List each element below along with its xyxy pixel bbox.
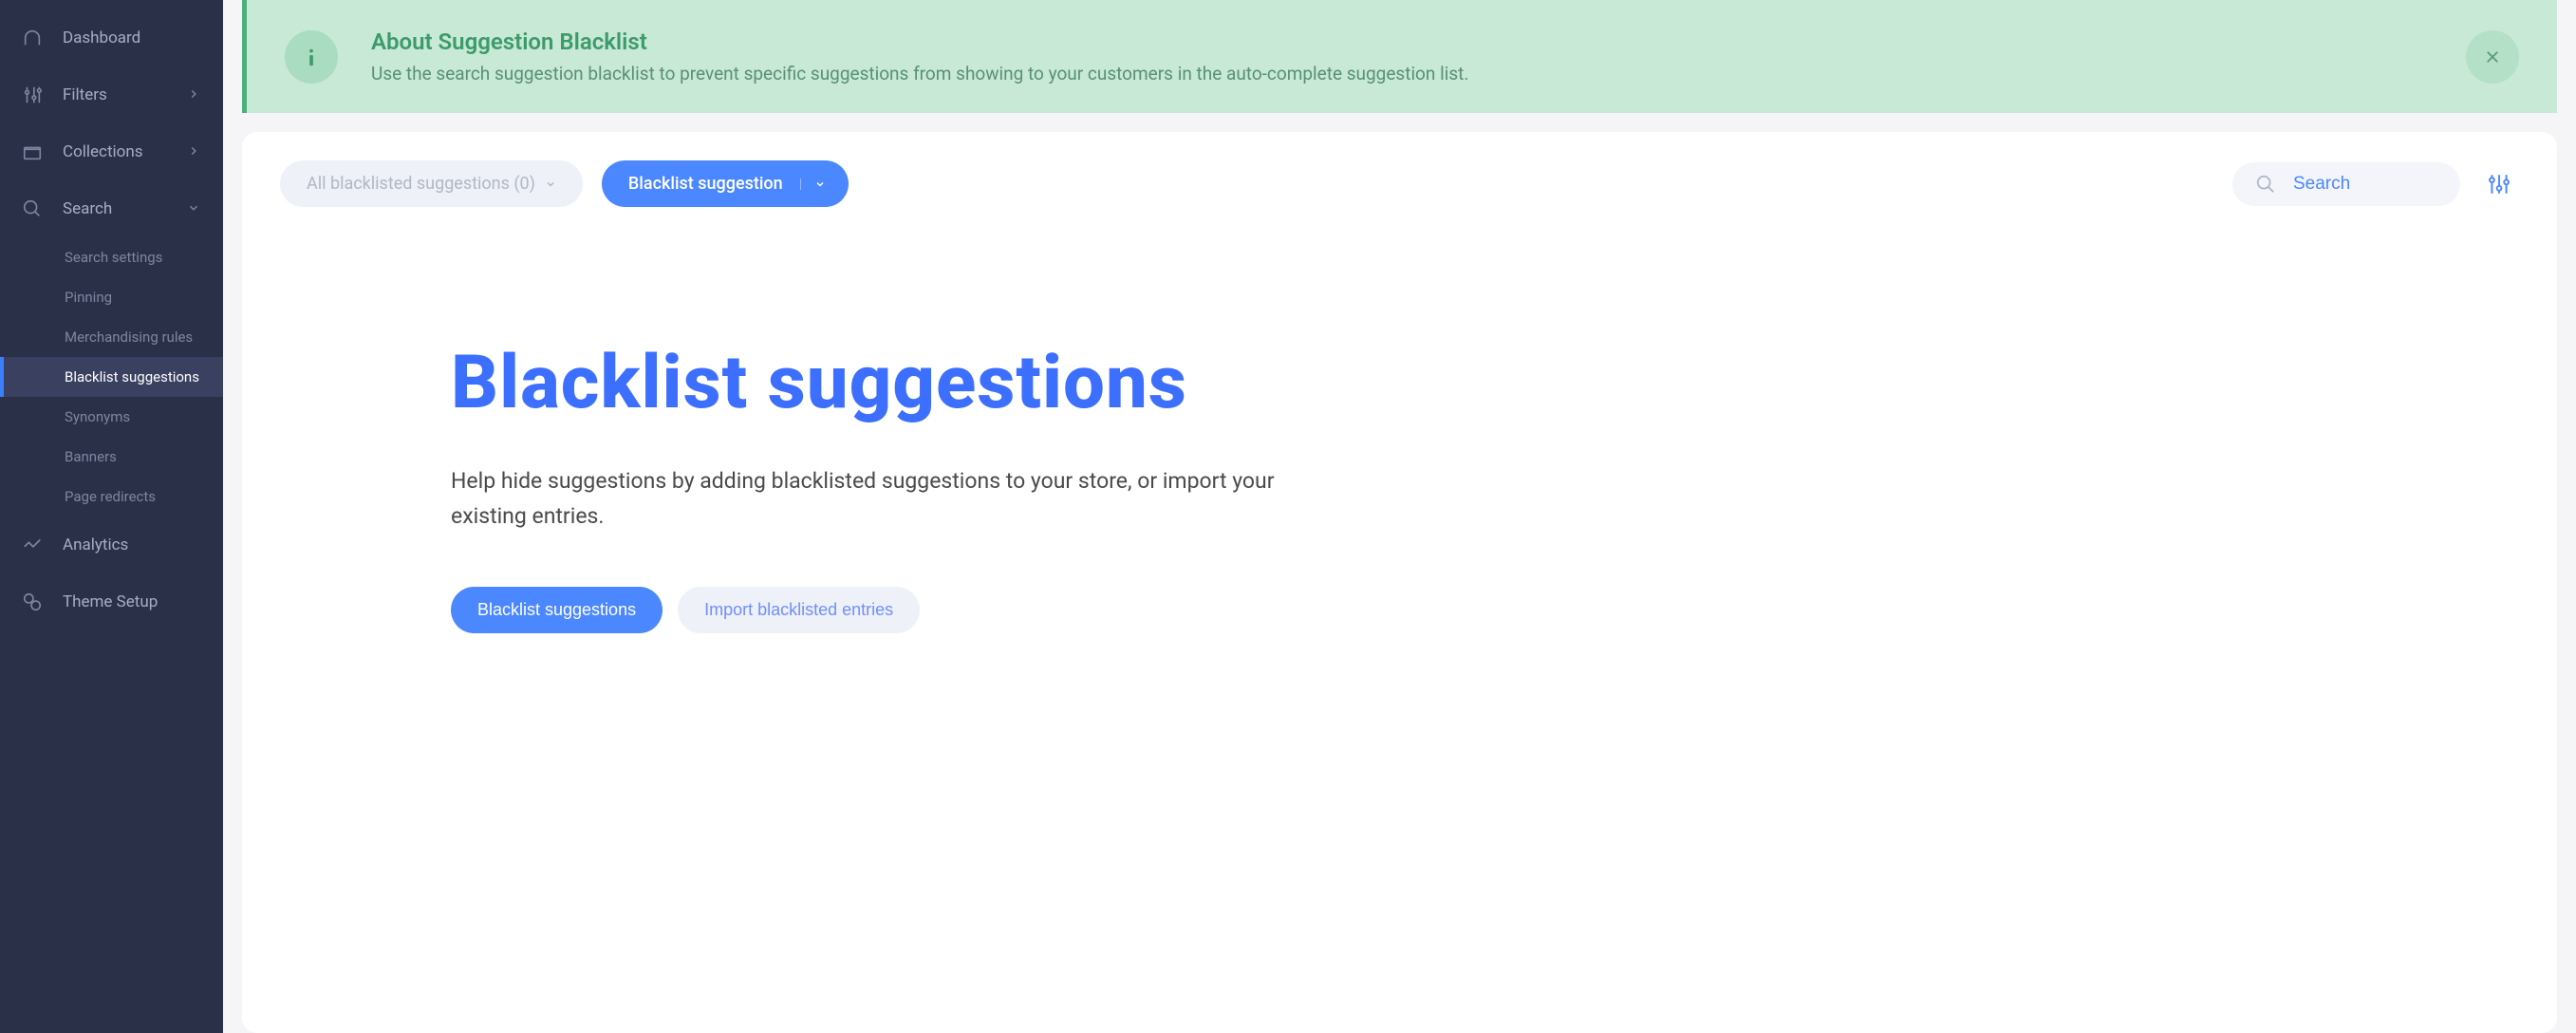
search-icon [21,197,44,220]
filter-dropdown[interactable]: All blacklisted suggestions (0) [280,160,583,207]
close-icon [2484,48,2501,66]
chevron-right-icon [187,144,202,160]
sidebar-sub-search-settings[interactable]: Search settings [0,237,223,277]
info-icon [285,30,338,84]
main-content: About Suggestion Blacklist Use the searc… [223,0,2576,1033]
blacklist-suggestion-button[interactable]: Blacklist suggestion [602,160,849,207]
sidebar-sub-merchandising-rules[interactable]: Merchandising rules [0,317,223,357]
filter-label: All blacklisted suggestions (0) [307,174,535,194]
folder-icon [21,141,44,163]
sidebar-item-label: Theme Setup [63,592,202,611]
close-banner-button[interactable] [2466,30,2519,84]
sidebar-item-filters[interactable]: Filters [0,66,223,123]
analytics-icon [21,534,44,556]
blacklist-suggestions-button[interactable]: Blacklist suggestions [451,587,663,633]
sidebar-sub-banners[interactable]: Banners [0,437,223,477]
toolbar: All blacklisted suggestions (0) Blacklis… [280,160,2519,207]
sidebar-item-dashboard[interactable]: Dashboard [0,9,223,66]
chevron-down-icon [187,201,202,216]
page-description: Help hide suggestions by adding blacklis… [451,464,1286,535]
sidebar-item-label: Analytics [63,535,202,554]
info-description: Use the search suggestion blacklist to p… [371,63,2447,85]
hero-section: Blacklist suggestions Help hide suggesti… [280,207,2519,633]
action-dropdown-toggle[interactable] [800,178,839,190]
sidebar-item-label: Dashboard [63,28,202,47]
view-settings-button[interactable] [2479,164,2519,204]
action-label: Blacklist suggestion [628,174,800,194]
sidebar-item-label: Collections [63,142,187,161]
sidebar-item-analytics[interactable]: Analytics [0,516,223,573]
info-content: About Suggestion Blacklist Use the searc… [371,28,2447,85]
sidebar-sub-synonyms[interactable]: Synonyms [0,397,223,437]
sidebar-item-search[interactable]: Search [0,180,223,237]
sliders-icon [2487,172,2511,197]
content-card: All blacklisted suggestions (0) Blacklis… [242,132,2557,1033]
sidebar: Dashboard Filters Collections [0,0,223,1033]
search-icon [2255,174,2276,195]
search-input[interactable] [2293,174,2437,195]
sidebar-sub-page-redirects[interactable]: Page redirects [0,477,223,516]
theme-icon [21,591,44,613]
page-title: Blacklist suggestions [451,340,2348,426]
info-banner: About Suggestion Blacklist Use the searc… [242,0,2557,113]
sidebar-sub-pinning[interactable]: Pinning [0,277,223,317]
sidebar-item-theme-setup[interactable]: Theme Setup [0,573,223,630]
sliders-icon [21,84,44,106]
sidebar-item-label: Search [63,199,187,218]
search-field-wrapper[interactable] [2232,162,2460,206]
hero-actions: Blacklist suggestions Import blacklisted… [451,587,2348,633]
chevron-down-icon [545,178,556,190]
info-title: About Suggestion Blacklist [371,28,2447,55]
dashboard-icon [21,27,44,49]
sidebar-item-collections[interactable]: Collections [0,123,223,180]
sidebar-sub-blacklist-suggestions[interactable]: Blacklist suggestions [0,357,223,397]
chevron-right-icon [187,87,202,103]
import-blacklisted-button[interactable]: Import blacklisted entries [678,587,920,633]
chevron-down-icon [814,178,826,190]
sidebar-item-label: Filters [63,85,187,104]
